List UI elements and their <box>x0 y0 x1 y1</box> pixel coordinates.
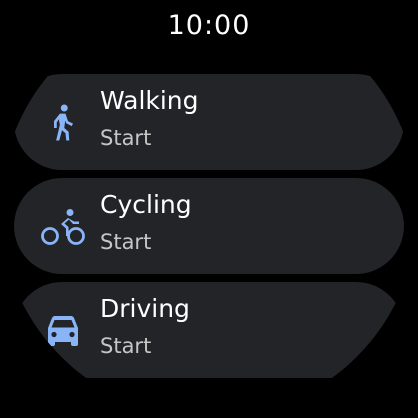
activity-subtitle: Start <box>100 230 152 254</box>
cycling-icon <box>40 208 86 246</box>
activity-chip-cycling[interactable]: Cycling Start <box>14 178 404 274</box>
activity-list: Walking Start Cycling Start Driving Star… <box>14 74 404 386</box>
activity-title: Driving <box>100 294 190 323</box>
activity-subtitle: Start <box>100 334 152 358</box>
watch-screen: 10:00 Walking Start Cycling Start Drivin… <box>0 0 418 418</box>
status-time: 10:00 <box>167 10 251 41</box>
activity-title: Cycling <box>100 190 192 219</box>
activity-chip-walking[interactable]: Walking Start <box>14 74 404 170</box>
walking-icon <box>40 104 86 142</box>
car-icon <box>40 312 86 350</box>
activity-subtitle: Start <box>100 126 152 150</box>
activity-title: Walking <box>100 86 199 115</box>
activity-chip-driving[interactable]: Driving Start <box>14 282 404 378</box>
